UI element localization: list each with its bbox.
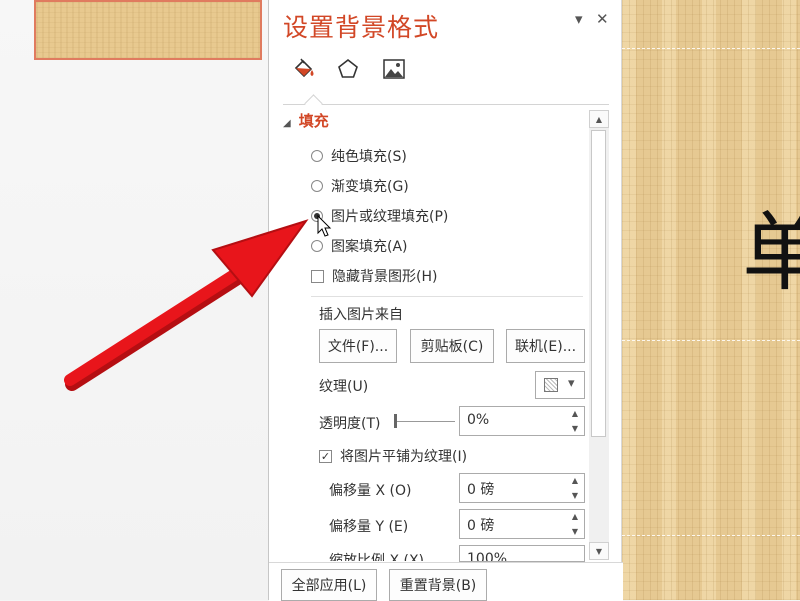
scroll-down-button[interactable]: ▼ bbox=[589, 542, 609, 560]
texture-preview-icon bbox=[544, 378, 558, 392]
pane-tabs bbox=[283, 54, 609, 113]
pane-title: 设置背景格式 bbox=[283, 13, 440, 42]
transparency-value[interactable]: 0% bbox=[467, 412, 489, 428]
scrollbar-thumb[interactable] bbox=[591, 130, 606, 437]
texture-dropdown[interactable]: ▾ bbox=[535, 371, 585, 399]
spin-down-icon[interactable]: ▼ bbox=[572, 527, 578, 536]
pane-footer: 全部应用(L) 重置背景(B) bbox=[269, 562, 623, 601]
online-button[interactable]: 联机(E)... bbox=[506, 329, 585, 363]
placeholder-border bbox=[622, 48, 800, 49]
offset-x-stepper[interactable]: 0 磅 ▲ ▼ bbox=[459, 473, 585, 503]
offset-y-stepper[interactable]: 0 磅 ▲ ▼ bbox=[459, 509, 585, 539]
radio-pattern-fill[interactable]: 图案填充(A) bbox=[311, 236, 408, 256]
spin-up-icon[interactable]: ▲ bbox=[572, 409, 578, 418]
radio-solid-fill[interactable]: 纯色填充(S) bbox=[311, 146, 407, 166]
collapse-triangle-icon: ◢ bbox=[283, 118, 291, 129]
spin-up-icon[interactable]: ▲ bbox=[572, 476, 578, 485]
format-background-pane: 设置背景格式 ▾ ✕ ◢ 填充 纯色填充(S) 渐变填充(G) 图片或纹理填充(… bbox=[268, 0, 623, 601]
scroll-up-button[interactable]: ▲ bbox=[589, 110, 609, 128]
scale-x-stepper[interactable]: 100% bbox=[459, 545, 585, 562]
clipboard-button[interactable]: 剪贴板(C) bbox=[410, 329, 494, 363]
placeholder-border bbox=[622, 340, 800, 341]
spin-arrows[interactable]: ▲ ▼ bbox=[569, 512, 581, 536]
offset-y-value[interactable]: 0 磅 bbox=[467, 515, 494, 535]
texture-label: 纹理(U) bbox=[319, 379, 369, 395]
radio-picture-texture-fill[interactable]: 图片或纹理填充(P) bbox=[311, 206, 448, 226]
checkbox-label: 将图片平铺为纹理(I) bbox=[340, 449, 468, 465]
transparency-slider-thumb[interactable] bbox=[394, 414, 397, 428]
section-divider bbox=[311, 296, 583, 297]
radio-button[interactable] bbox=[311, 240, 323, 252]
placeholder-border bbox=[622, 535, 800, 536]
offset-y-label: 偏移量 Y (E) bbox=[329, 519, 409, 535]
transparency-slider-track[interactable] bbox=[397, 421, 455, 422]
hide-background-graphics-checkbox[interactable]: 隐藏背景图形(H) bbox=[311, 266, 437, 286]
paint-bucket-icon[interactable] bbox=[291, 56, 317, 82]
fill-section-title: 填充 bbox=[298, 112, 329, 130]
file-button[interactable]: 文件(F)... bbox=[319, 329, 397, 363]
tab-divider bbox=[283, 104, 609, 105]
spin-up-icon[interactable]: ▲ bbox=[572, 512, 578, 521]
offset-x-label: 偏移量 X (O) bbox=[329, 483, 412, 499]
spin-down-icon[interactable]: ▼ bbox=[572, 424, 578, 433]
radio-gradient-fill[interactable]: 渐变填充(G) bbox=[311, 176, 409, 196]
pane-close-button[interactable]: ✕ bbox=[596, 10, 609, 28]
insert-picture-from-label: 插入图片来自 bbox=[319, 307, 403, 323]
spin-down-icon[interactable]: ▼ bbox=[572, 491, 578, 500]
transparency-stepper[interactable]: 0% ▲ ▼ bbox=[459, 406, 585, 436]
slide-title-text[interactable]: 单 bbox=[742, 210, 800, 296]
checkbox[interactable] bbox=[311, 269, 324, 283]
reset-background-button[interactable]: 重置背景(B) bbox=[389, 569, 487, 601]
slide-thumbnail[interactable] bbox=[34, 0, 262, 60]
apply-to-all-button[interactable]: 全部应用(L) bbox=[281, 569, 377, 601]
scale-x-label: 缩放比例 X (X) bbox=[329, 553, 425, 561]
spin-arrows[interactable]: ▲ ▼ bbox=[569, 409, 581, 433]
radio-button[interactable] bbox=[311, 180, 323, 192]
tile-as-texture-checkbox[interactable]: ✓ 将图片平铺为纹理(I) bbox=[319, 446, 467, 466]
fill-section-header[interactable]: ◢ 填充 bbox=[283, 110, 329, 131]
scale-x-value[interactable]: 100% bbox=[467, 551, 507, 561]
radio-label: 图片或纹理填充(P) bbox=[331, 209, 449, 225]
spin-arrows[interactable]: ▲ ▼ bbox=[569, 476, 581, 500]
radio-label: 渐变填充(G) bbox=[331, 179, 409, 195]
radio-button[interactable] bbox=[311, 150, 323, 162]
radio-label: 纯色填充(S) bbox=[331, 149, 407, 165]
slide-canvas[interactable]: 单 bbox=[622, 0, 800, 600]
pentagon-icon[interactable] bbox=[335, 56, 361, 82]
chevron-down-icon: ▾ bbox=[568, 376, 575, 391]
radio-label: 图案填充(A) bbox=[331, 239, 408, 255]
pane-options-dropdown[interactable]: ▾ bbox=[575, 10, 583, 28]
picture-icon[interactable] bbox=[381, 56, 407, 82]
checkbox-label: 隐藏背景图形(H) bbox=[332, 269, 438, 285]
slide-thumbnails-pane bbox=[0, 0, 268, 600]
offset-x-value[interactable]: 0 磅 bbox=[467, 479, 494, 499]
checkbox-checked[interactable]: ✓ bbox=[319, 449, 332, 463]
pane-scrollbar[interactable]: ▲ ▼ bbox=[589, 110, 609, 560]
transparency-label: 透明度(T) bbox=[319, 416, 381, 432]
radio-button-selected[interactable] bbox=[311, 210, 323, 222]
